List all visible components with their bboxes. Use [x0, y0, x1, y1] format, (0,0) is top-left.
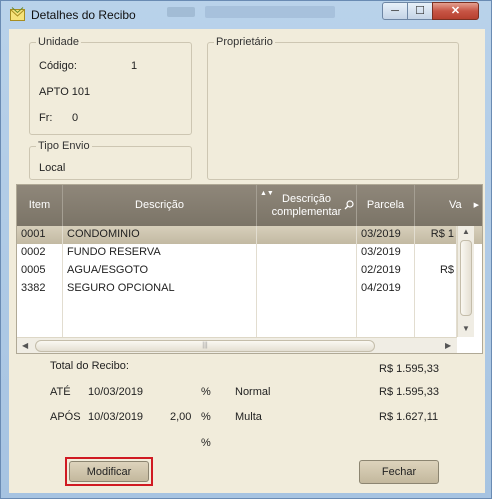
search-icon[interactable] [344, 200, 354, 210]
apos-value: R$ 1.627,11 [379, 411, 439, 423]
modificar-highlight: Modificar [65, 457, 153, 486]
proprietario-legend: Proprietário [214, 36, 275, 48]
total-value: R$ 1.595,33 [379, 363, 439, 375]
table-row[interactable]: 3382 SEGURO OPCIONAL 04/2019 [17, 280, 482, 298]
scroll-up-icon[interactable]: ▲ [462, 227, 470, 236]
vertical-scroll-thumb[interactable] [460, 240, 472, 316]
cell-descricao: CONDOMINIO [63, 226, 257, 244]
cell-parcela: 03/2019 [357, 244, 415, 262]
tipo-envio-value: Local [39, 162, 66, 174]
empty-row [17, 298, 482, 337]
cell-descricao: FUNDO RESERVA [63, 244, 257, 262]
cell-descricao: SEGURO OPCIONAL [63, 280, 257, 298]
cell-complementar [257, 226, 357, 244]
table-row[interactable]: 0001 CONDOMINIO 03/2019 R$ 1 [17, 226, 482, 244]
apos-date: 10/03/2019 [88, 411, 144, 423]
blurred-background-text [167, 7, 195, 17]
horizontal-scroll-thumb[interactable]: ||| [35, 340, 375, 352]
title-bar: Detalhes do Recibo ─ ☐ ✕ [1, 1, 491, 27]
column-header-descricao[interactable]: Descrição [63, 185, 257, 226]
unidade-legend: Unidade [36, 36, 81, 48]
maximize-button[interactable]: ☐ [407, 2, 433, 20]
total-label: Total do Recibo: [50, 360, 129, 372]
envelope-icon [10, 7, 25, 21]
empty-cell [415, 298, 457, 337]
cell-valor: R$ [415, 262, 457, 280]
apto-value: APTO 101 [39, 86, 91, 98]
vertical-scrollbar[interactable]: ▲ ▼ [457, 226, 474, 337]
cell-item: 0005 [17, 262, 63, 280]
table-row[interactable]: 0005 AGUA/ESGOTO 02/2019 R$ [17, 262, 482, 280]
ate-value: R$ 1.595,33 [379, 386, 439, 398]
fechar-button[interactable]: Fechar [359, 460, 439, 484]
cell-complementar [257, 280, 357, 298]
cell-valor [415, 244, 457, 262]
table-row[interactable]: 0002 FUNDO RESERVA 03/2019 [17, 244, 482, 262]
window-title: Detalhes do Recibo [31, 8, 136, 22]
cell-valor [415, 280, 457, 298]
dialog-content: Unidade Código: 1 APTO 101 Fr: 0 Proprie… [9, 29, 485, 493]
sort-arrows-icon: ▲▼ [260, 190, 274, 197]
empty-cell [357, 298, 415, 337]
tipo-envio-legend: Tipo Envio [36, 140, 92, 152]
scroll-down-icon[interactable]: ▼ [462, 324, 470, 333]
cell-complementar [257, 244, 357, 262]
cell-item: 0002 [17, 244, 63, 262]
scroll-right-arrow-icon[interactable]: ▶ [445, 341, 451, 350]
grid-header: Item Descrição Descrição complementar ▲▼… [17, 185, 482, 226]
apos-rate: 2,00 [170, 411, 192, 423]
column-header-parcela[interactable]: Parcela [357, 185, 415, 226]
cell-descricao: AGUA/ESGOTO [63, 262, 257, 280]
empty-cell [17, 298, 63, 337]
cell-valor: R$ 1 [415, 226, 457, 244]
codigo-label: Código: [39, 60, 77, 72]
cell-complementar [257, 262, 357, 280]
ate-label: ATÉ [50, 386, 71, 398]
ate-date: 10/03/2019 [88, 386, 144, 398]
extra-percent: % [201, 437, 211, 449]
empty-cell [257, 298, 357, 337]
codigo-value: 1 [131, 60, 138, 72]
minimize-button[interactable]: ─ [382, 2, 408, 20]
column-header-item[interactable]: Item [17, 185, 63, 226]
proprietario-group: Proprietário [207, 36, 459, 180]
cell-item: 0001 [17, 226, 63, 244]
column-header-descricao-complementar[interactable]: Descrição complementar ▲▼ [257, 185, 357, 226]
cell-item: 3382 [17, 280, 63, 298]
fr-label: Fr: [39, 112, 53, 124]
cell-parcela: 04/2019 [357, 280, 415, 298]
close-window-button[interactable]: ✕ [432, 2, 479, 20]
receipt-details-window: Detalhes do Recibo ─ ☐ ✕ Unidade Código:… [0, 0, 492, 499]
empty-cell [63, 298, 257, 337]
apos-label: APÓS [50, 411, 81, 423]
unidade-group: Unidade Código: 1 APTO 101 Fr: 0 [29, 36, 192, 135]
tipo-envio-group: Tipo Envio Local [29, 140, 192, 180]
apos-type: Multa [235, 411, 262, 423]
ate-type: Normal [235, 386, 271, 398]
cell-parcela: 03/2019 [357, 226, 415, 244]
cell-parcela: 02/2019 [357, 262, 415, 280]
modificar-button[interactable]: Modificar [69, 461, 149, 482]
apos-percent: % [201, 411, 211, 423]
scroll-left-icon[interactable]: ◀ [22, 341, 28, 350]
horizontal-scrollbar[interactable]: ◀ ||| ▶ [17, 337, 457, 353]
ate-percent: % [201, 386, 211, 398]
fr-value: 0 [72, 112, 79, 124]
scroll-right-icon[interactable]: ▶ [474, 199, 479, 212]
column-header-valor[interactable]: Va ▶ [415, 185, 482, 226]
receipt-items-grid[interactable]: Item Descrição Descrição complementar ▲▼… [16, 184, 483, 354]
blurred-background-text [205, 6, 335, 18]
